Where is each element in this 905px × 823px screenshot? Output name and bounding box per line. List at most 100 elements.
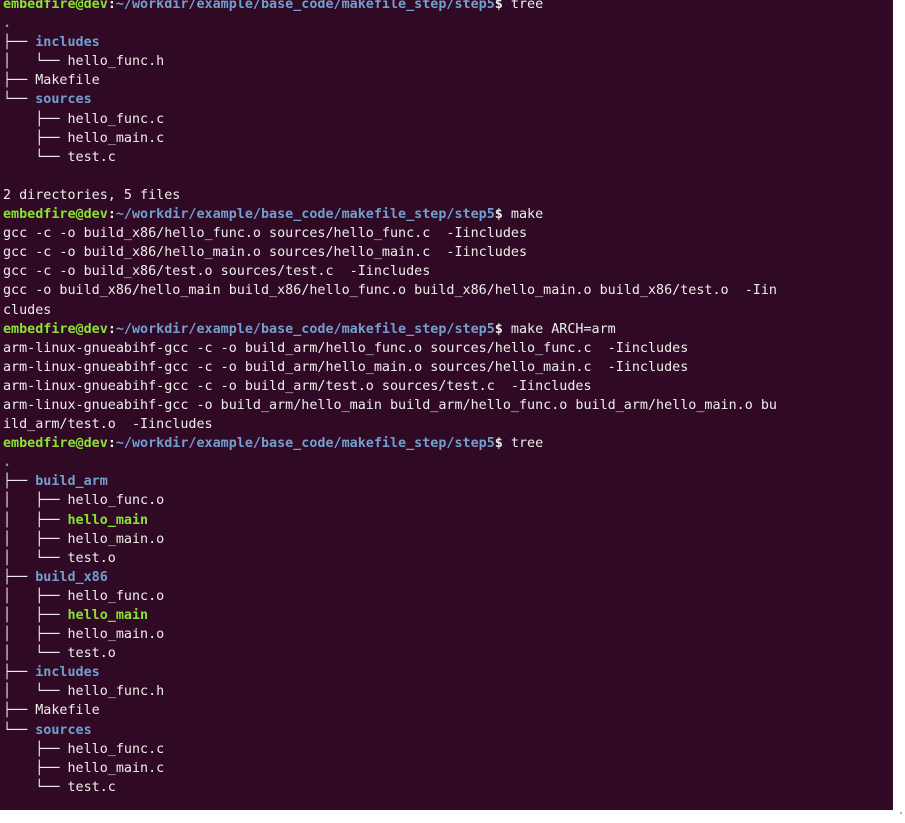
terminal-window[interactable]: embedfire@dev:~/workdir/example/base_cod… — [0, 0, 893, 810]
prompt-command: make ARCH=arm — [510, 321, 616, 337]
tree-file-name: hello_main.c — [67, 130, 165, 146]
tree-file-name: hello_func.c — [67, 111, 165, 127]
tree-entry: └── test.c — [3, 778, 893, 797]
tree-branch: │ ├── — [3, 588, 68, 604]
output-line: gcc -c -o build_x86/hello_func.o sources… — [3, 224, 893, 243]
tree-branch: │ ├── — [3, 531, 68, 547]
output-line: 2 directories, 5 files — [3, 186, 893, 205]
prompt-line: embedfire@dev:~/workdir/example/base_cod… — [3, 434, 893, 453]
tree-file-name: test.o — [67, 646, 116, 662]
tree-entry: │ ├── hello_main.o — [3, 625, 893, 644]
prompt-dollar: $ — [494, 0, 511, 12]
tree-executable-name: hello_main — [67, 608, 149, 623]
prompt-dollar: $ — [494, 321, 511, 337]
output-text: 2 directories, 5 files — [3, 187, 181, 203]
prompt-path: ~/workdir/example/base_code/makefile_ste… — [115, 0, 495, 12]
tree-branch: ├── — [3, 741, 68, 757]
output-line: gcc -o build_x86/hello_main build_x86/he… — [3, 281, 893, 300]
tree-entry: │ ├── hello_func.o — [3, 491, 893, 510]
tree-file-name: hello_func.o — [67, 588, 165, 604]
tree-entry: . — [3, 453, 893, 472]
tree-file-name: hello_func.h — [67, 684, 165, 700]
tree-file-name: Makefile — [35, 703, 100, 719]
prompt-command: make — [510, 207, 544, 223]
output-line: arm-linux-gnueabihf-gcc -c -o build_arm/… — [3, 339, 893, 358]
tree-branch: ├── — [3, 665, 36, 681]
output-line: arm-linux-gnueabihf-gcc -c -o build_arm/… — [3, 358, 893, 377]
tree-entry: ├── includes — [3, 663, 893, 682]
tree-branch: ├── — [3, 73, 36, 89]
prompt-line: embedfire@dev:~/workdir/example/base_cod… — [3, 0, 893, 14]
tree-executable-name: hello_main — [67, 512, 149, 528]
tree-entry: │ ├── hello_func.o — [3, 587, 893, 606]
tree-branch: │ ├── — [3, 493, 68, 509]
tree-entry: │ └── hello_func.h — [3, 52, 893, 71]
output-line: ild_arm/test.o -Iincludes — [3, 415, 893, 434]
tree-branch: ├── — [3, 130, 68, 146]
tree-branch: ├── — [3, 474, 36, 490]
prompt-command: tree — [510, 0, 544, 12]
output-text: arm-linux-gnueabihf-gcc -c -o build_arm/… — [3, 359, 689, 375]
prompt-dollar: $ — [494, 436, 511, 452]
tree-branch: │ ├── — [3, 512, 68, 528]
tree-entry: ├── build_arm — [3, 472, 893, 491]
prompt-path: ~/workdir/example/base_code/makefile_ste… — [115, 207, 495, 223]
tree-entry: │ └── test.o — [3, 549, 893, 568]
prompt-user: embedfire@dev — [3, 436, 108, 452]
tree-branch: │ └── — [3, 646, 68, 662]
tree-branch: │ └── — [3, 684, 68, 700]
tree-branch: ├── — [3, 569, 36, 585]
tree-entry: └── test.c — [3, 148, 893, 167]
tree-entry: └── sources — [3, 721, 893, 740]
output-line: gcc -c -o build_x86/test.o sources/test.… — [3, 262, 893, 281]
prompt-line: embedfire@dev:~/workdir/example/base_cod… — [3, 205, 893, 224]
tree-file-name: test.o — [67, 550, 116, 566]
tree-branch: └── — [3, 722, 36, 738]
tree-file-name: hello_main.c — [67, 760, 165, 776]
output-line: cludes — [3, 301, 893, 320]
tree-entry: └── sources — [3, 90, 893, 109]
tree-directory-name: build_arm — [35, 474, 108, 490]
tree-entry: ├── Makefile — [3, 71, 893, 90]
prompt-path: ~/workdir/example/base_code/makefile_ste… — [115, 436, 495, 452]
tree-entry: ├── hello_main.c — [3, 759, 893, 778]
prompt-separator: : — [107, 436, 116, 452]
tree-branch: │ ├── — [3, 608, 68, 623]
output-line: arm-linux-gnueabihf-gcc -o build_arm/hel… — [3, 396, 893, 415]
tree-directory-name: . — [3, 16, 12, 32]
tree-branch: │ ├── — [3, 627, 68, 643]
tree-entry: │ ├── hello_main.o — [3, 530, 893, 549]
output-line: gcc -c -o build_x86/hello_main.o sources… — [3, 243, 893, 262]
tree-file-name: Makefile — [35, 73, 100, 89]
prompt-user: embedfire@dev — [3, 0, 108, 12]
tree-entry: ├── Makefile — [3, 701, 893, 720]
output-text: ild_arm/test.o -Iincludes — [3, 417, 213, 433]
tree-file-name: hello_func.h — [67, 54, 165, 70]
output-text: arm-linux-gnueabihf-gcc -c -o build_arm/… — [3, 378, 592, 394]
tree-file-name: hello_func.c — [67, 741, 165, 757]
tree-directory-name: includes — [35, 35, 100, 51]
tree-file-name: hello_main.o — [67, 627, 165, 643]
prompt-separator: : — [107, 0, 116, 12]
output-line: arm-linux-gnueabihf-gcc -c -o build_arm/… — [3, 377, 893, 396]
prompt-user: embedfire@dev — [3, 207, 108, 223]
tree-directory-name: . — [3, 455, 12, 471]
tree-branch: ├── — [3, 760, 68, 776]
output-text: gcc -c -o build_x86/test.o sources/test.… — [3, 264, 431, 280]
tree-branch: └── — [3, 92, 36, 108]
tree-entry: ├── hello_func.c — [3, 740, 893, 759]
tree-branch: │ └── — [3, 550, 68, 566]
tree-entry: ├── hello_func.c — [3, 110, 893, 129]
tree-directory-name: build_x86 — [35, 569, 108, 585]
output-text: gcc -c -o build_x86/hello_main.o sources… — [3, 245, 528, 261]
tree-branch: │ └── — [3, 54, 68, 70]
output-text: gcc -o build_x86/hello_main build_x86/he… — [3, 283, 777, 299]
prompt-command: tree — [510, 436, 544, 452]
prompt-line: embedfire@dev:~/workdir/example/base_cod… — [3, 320, 893, 339]
tree-entry: │ ├── hello_main — [3, 606, 893, 625]
prompt-path: ~/workdir/example/base_code/makefile_ste… — [115, 321, 495, 337]
prompt-dollar: $ — [494, 207, 511, 223]
tree-entry: ├── includes — [3, 33, 893, 52]
